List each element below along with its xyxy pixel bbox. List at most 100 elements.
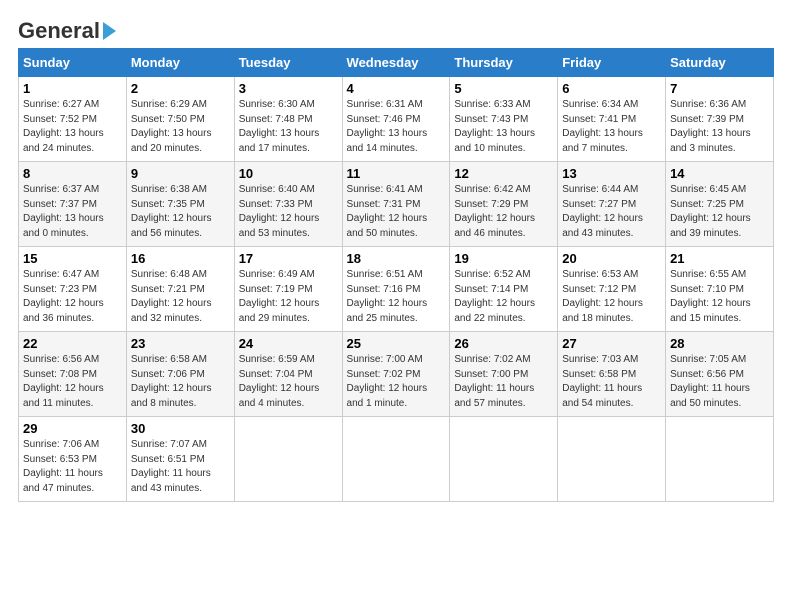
calendar-page: General SundayMondayTuesdayWednesdayThur…	[0, 0, 792, 512]
day-info: Sunrise: 6:51 AMSunset: 7:16 PMDaylight:…	[347, 268, 446, 326]
sunset-text: Sunset: 7:27 PM	[562, 199, 636, 210]
daylight-minutes: and 20 minutes.	[131, 143, 202, 154]
calendar-header-sunday: Sunday	[19, 49, 127, 77]
day-info: Sunrise: 7:05 AMSunset: 6:56 PMDaylight:…	[670, 353, 769, 411]
day-info: Sunrise: 6:58 AMSunset: 7:06 PMDaylight:…	[131, 353, 230, 411]
daylight-minutes: and 57 minutes.	[454, 398, 525, 409]
daylight-minutes: and 36 minutes.	[23, 313, 94, 324]
sunset-text: Sunset: 7:46 PM	[347, 114, 421, 125]
sunrise-text: Sunrise: 6:45 AM	[670, 184, 746, 195]
sunset-text: Sunset: 6:53 PM	[23, 454, 97, 465]
daylight-label: Daylight:	[23, 128, 65, 139]
calendar-cell: 13Sunrise: 6:44 AMSunset: 7:27 PMDayligh…	[558, 162, 666, 247]
daylight-hours: 13 hours	[388, 128, 427, 139]
daylight-hours: 12 hours	[388, 213, 427, 224]
sunset-text: Sunset: 6:56 PM	[670, 369, 744, 380]
daylight-minutes: and 1 minute.	[347, 398, 408, 409]
daylight-label: Daylight:	[562, 128, 604, 139]
day-info: Sunrise: 6:47 AMSunset: 7:23 PMDaylight:…	[23, 268, 122, 326]
daylight-label: Daylight:	[131, 298, 173, 309]
day-info: Sunrise: 7:07 AMSunset: 6:51 PMDaylight:…	[131, 438, 230, 496]
sunrise-text: Sunrise: 6:42 AM	[454, 184, 530, 195]
sunset-text: Sunset: 7:35 PM	[131, 199, 205, 210]
calendar-cell: 11Sunrise: 6:41 AMSunset: 7:31 PMDayligh…	[342, 162, 450, 247]
day-number: 7	[670, 81, 769, 96]
day-number: 22	[23, 336, 122, 351]
daylight-label: Daylight:	[670, 128, 712, 139]
calendar-cell: 9Sunrise: 6:38 AMSunset: 7:35 PMDaylight…	[126, 162, 234, 247]
sunrise-text: Sunrise: 6:27 AM	[23, 99, 99, 110]
day-info: Sunrise: 6:45 AMSunset: 7:25 PMDaylight:…	[670, 183, 769, 241]
sunset-text: Sunset: 7:25 PM	[670, 199, 744, 210]
day-number: 17	[239, 251, 338, 266]
sunrise-text: Sunrise: 7:02 AM	[454, 354, 530, 365]
header: General	[18, 18, 774, 40]
daylight-label: Daylight:	[670, 298, 712, 309]
daylight-minutes: and 11 minutes.	[23, 398, 93, 409]
daylight-label: Daylight:	[23, 213, 65, 224]
daylight-minutes: and 22 minutes.	[454, 313, 525, 324]
calendar-cell: 30Sunrise: 7:07 AMSunset: 6:51 PMDayligh…	[126, 417, 234, 502]
calendar-cell: 17Sunrise: 6:49 AMSunset: 7:19 PMDayligh…	[234, 247, 342, 332]
daylight-hours: 11 hours	[173, 468, 211, 479]
sunrise-text: Sunrise: 6:29 AM	[131, 99, 207, 110]
calendar-cell: 24 Sunrise: 6:59 AMSunset: 7:04 PMDayligh…	[234, 332, 342, 417]
sunset-text: Sunset: 7:21 PM	[131, 284, 205, 295]
day-info: Sunrise: 6:29 AM Sunset: 7:50 PM Daylight:…	[131, 98, 230, 156]
day-info: Sunrise: 6:37 AMSunset: 7:37 PMDaylight:…	[23, 183, 122, 241]
sunrise-text: Sunrise: 6:51 AM	[347, 269, 423, 280]
calendar-cell: 16Sunrise: 6:48 AMSunset: 7:21 PMDayligh…	[126, 247, 234, 332]
daylight-hours: 11 hours	[604, 383, 642, 394]
calendar-cell: 10Sunrise: 6:40 AMSunset: 7:33 PMDayligh…	[234, 162, 342, 247]
daylight-hours: 12 hours	[65, 383, 104, 394]
calendar-cell: 22Sunrise: 6:56 AMSunset: 7:08 PMDayligh…	[19, 332, 127, 417]
calendar-week-row: 22Sunrise: 6:56 AMSunset: 7:08 PMDayligh…	[19, 332, 774, 417]
sunrise-text: Sunrise: 6:31 AM	[347, 99, 423, 110]
sunset-text: Sunset: 7:50 PM	[131, 114, 205, 125]
sunrise-text: Sunrise: 6:56 AM	[23, 354, 99, 365]
sunrise-text: Sunrise: 7:00 AM	[347, 354, 423, 365]
day-number: 16	[131, 251, 230, 266]
daylight-minutes: and 53 minutes.	[239, 228, 310, 239]
day-number: 14	[670, 166, 769, 181]
sunset-text: Sunset: 6:58 PM	[562, 369, 636, 380]
day-number: 18	[347, 251, 446, 266]
daylight-minutes: and 8 minutes.	[131, 398, 197, 409]
day-number: 8	[23, 166, 122, 181]
sunset-text: Sunset: 7:16 PM	[347, 284, 421, 295]
logo: General	[18, 18, 116, 40]
sunset-text: Sunset: 7:06 PM	[131, 369, 205, 380]
calendar-cell: 19Sunrise: 6:52 AMSunset: 7:14 PMDayligh…	[450, 247, 558, 332]
day-info: Sunrise: 6:53 AMSunset: 7:12 PMDaylight:…	[562, 268, 661, 326]
daylight-label: Daylight:	[454, 298, 496, 309]
logo-arrow-icon	[103, 22, 116, 40]
day-number: 20	[562, 251, 661, 266]
calendar-cell: 15Sunrise: 6:47 AMSunset: 7:23 PMDayligh…	[19, 247, 127, 332]
day-number: 11	[347, 166, 446, 181]
sunset-text: Sunset: 6:51 PM	[131, 454, 205, 465]
daylight-hours: 12 hours	[280, 383, 319, 394]
sunrise-text: Sunrise: 6:34 AM	[562, 99, 638, 110]
day-info: Sunrise: 6:59 AMSunset: 7:04 PMDaylight:…	[239, 353, 338, 411]
sunrise-text: Sunrise: 6:55 AM	[670, 269, 746, 280]
day-info: Sunrise: 6:27 AM Sunset: 7:52 PM Daylight:…	[23, 98, 122, 156]
sunrise-text: Sunrise: 6:58 AM	[131, 354, 207, 365]
daylight-hours: 12 hours	[280, 298, 319, 309]
daylight-label: Daylight:	[562, 213, 604, 224]
sunrise-text: Sunrise: 6:30 AM	[239, 99, 315, 110]
sunset-text: Sunset: 7:41 PM	[562, 114, 636, 125]
sunrise-text: Sunrise: 7:07 AM	[131, 439, 207, 450]
daylight-minutes: and 29 minutes.	[239, 313, 310, 324]
sunset-text: Sunset: 7:33 PM	[239, 199, 313, 210]
daylight-hours: 12 hours	[604, 213, 643, 224]
sunset-text: Sunset: 7:39 PM	[670, 114, 744, 125]
sunset-text: Sunset: 7:52 PM	[23, 114, 97, 125]
daylight-label: Daylight:	[131, 128, 173, 139]
day-number: 5	[454, 81, 553, 96]
daylight-label: Daylight:	[239, 383, 281, 394]
day-number: 24	[239, 336, 338, 351]
calendar-cell	[666, 417, 774, 502]
day-info: Sunrise: 7:06 AMSunset: 6:53 PMDaylight:…	[23, 438, 122, 496]
sunrise-text: Sunrise: 6:36 AM	[670, 99, 746, 110]
calendar-cell	[558, 417, 666, 502]
